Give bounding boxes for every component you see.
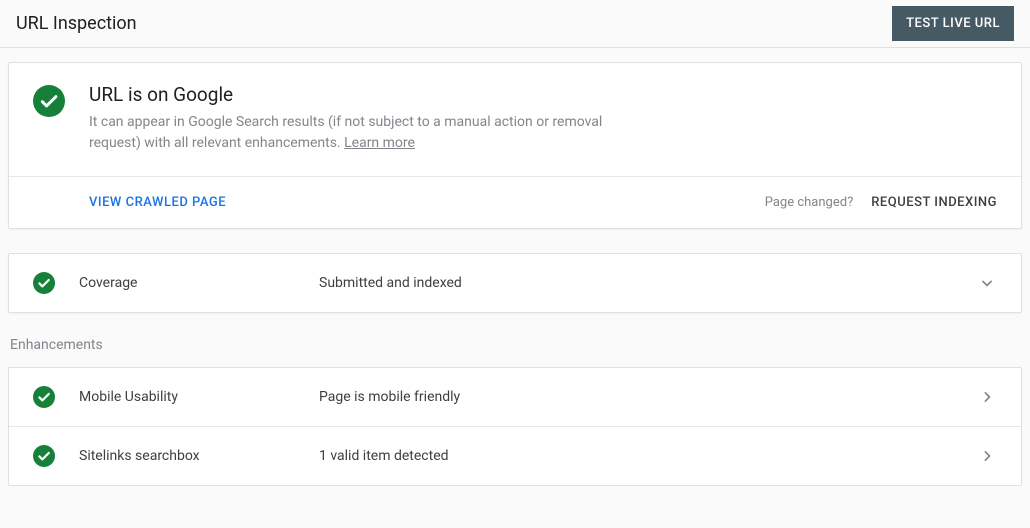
enhancements-heading: Enhancements xyxy=(8,337,1022,367)
view-crawled-page-button[interactable]: VIEW CRAWLED PAGE xyxy=(89,195,226,210)
coverage-card: Coverage Submitted and indexed xyxy=(8,253,1022,313)
url-status-card: URL is on Google It can appear in Google… xyxy=(8,62,1022,229)
check-circle-icon xyxy=(33,445,55,467)
sitelinks-searchbox-row[interactable]: Sitelinks searchbox 1 valid item detecte… xyxy=(9,426,1021,485)
enhancement-value: 1 valid item detected xyxy=(319,448,977,464)
request-indexing-button[interactable]: REQUEST INDEXING xyxy=(871,195,997,210)
chevron-down-icon xyxy=(977,273,997,293)
enhancement-label: Mobile Usability xyxy=(79,389,319,405)
status-title: URL is on Google xyxy=(89,83,649,106)
chevron-right-icon xyxy=(977,387,997,407)
enhancement-value: Page is mobile friendly xyxy=(319,389,977,405)
check-circle-icon xyxy=(33,85,65,117)
status-description: It can appear in Google Search results (… xyxy=(89,112,649,154)
header-bar: URL Inspection TEST LIVE URL xyxy=(0,0,1030,48)
test-live-url-button[interactable]: TEST LIVE URL xyxy=(892,6,1014,41)
check-circle-icon xyxy=(33,272,55,294)
learn-more-link[interactable]: Learn more xyxy=(344,135,415,151)
enhancement-label: Sitelinks searchbox xyxy=(79,448,319,464)
chevron-right-icon xyxy=(977,446,997,466)
page-title: URL Inspection xyxy=(16,13,137,34)
enhancements-card: Mobile Usability Page is mobile friendly… xyxy=(8,367,1022,486)
coverage-row[interactable]: Coverage Submitted and indexed xyxy=(9,254,1021,312)
page-changed-label: Page changed? xyxy=(765,195,854,210)
check-circle-icon xyxy=(33,386,55,408)
coverage-value: Submitted and indexed xyxy=(319,275,977,291)
mobile-usability-row[interactable]: Mobile Usability Page is mobile friendly xyxy=(9,368,1021,426)
coverage-label: Coverage xyxy=(79,275,319,291)
